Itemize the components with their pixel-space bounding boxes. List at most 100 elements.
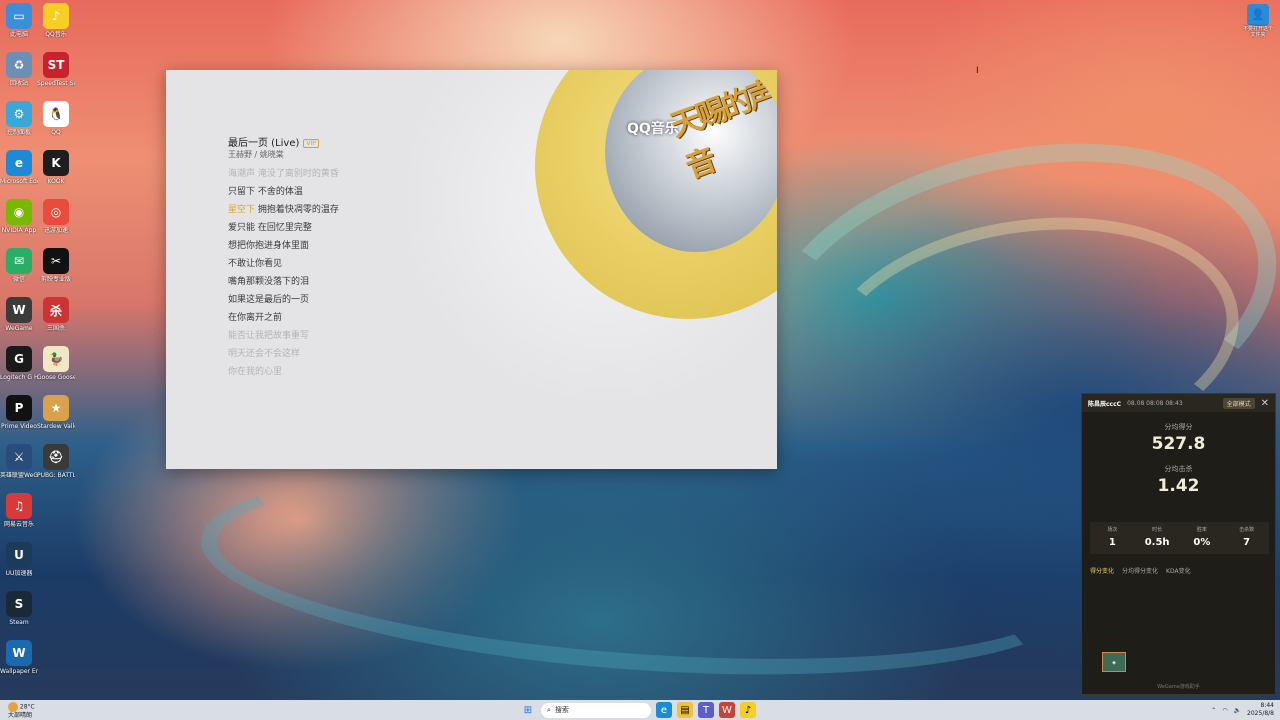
file-explorer-icon[interactable]: ▤	[677, 702, 693, 718]
desktop-icon-label: QQ音乐	[45, 31, 67, 38]
lyric-line: 如果这是最后的一页	[228, 291, 339, 309]
stat-value: 1	[1108, 537, 1116, 548]
recycle-bin-icon: ♻	[6, 52, 32, 78]
lyric-line: 在你离开之前	[228, 309, 339, 327]
avg-score-value: 527.8	[1151, 434, 1206, 454]
desktop-icon-folder[interactable]: 👤 不要打开这个文件夹	[1242, 4, 1274, 38]
avg-score-block: 分均得分 527.8	[1082, 422, 1275, 454]
desktop-icon[interactable]: ♪ QQ音乐	[37, 3, 75, 38]
lyric-highlight: 星空下	[228, 205, 256, 215]
desktop-icon-label: KOOK	[47, 178, 65, 185]
desktop-icon[interactable]: ST SpeedTest Supermac	[37, 52, 75, 87]
lyric-text: 爱只能 在回忆里完整	[228, 223, 312, 233]
desktop-icon[interactable]: ♻ 回收站	[0, 52, 38, 87]
desktop-icon[interactable]: ◉ NVIDIA App	[0, 199, 38, 234]
wegame-taskbar-icon[interactable]: W	[719, 702, 735, 718]
desktop-icon[interactable]: ⚔ 英雄联盟WeGame版	[0, 444, 38, 479]
sanguosha-icon: 杀	[43, 297, 69, 323]
lyric-line: 能否让我把故事重写	[228, 327, 339, 345]
desktop-icon[interactable]: K KOOK	[37, 150, 75, 185]
desktop-icon[interactable]: P Prime Video	[0, 395, 38, 430]
clock-time: 8:44	[1260, 702, 1274, 709]
clock[interactable]: 8:44 2025/8/8	[1247, 702, 1274, 718]
jianying-icon: ✂	[43, 248, 69, 274]
avg-kills-label: 分均击杀	[1164, 465, 1193, 473]
desktop-icon[interactable]: ✉ 微信	[0, 248, 38, 283]
desktop-icon-label: NVIDIA App	[1, 227, 37, 234]
taskbar-center: ⊞ ⌕ 搜索 e ▤ T W ♪	[520, 701, 756, 719]
stat-label: 时长	[1152, 527, 1163, 533]
game-stats-widget[interactable]: 陈昌辰cccC 08.08 08:08 08:43 全部模式 ✕ 分均得分 52…	[1081, 393, 1276, 695]
weather-desc: 大部晴朗	[8, 712, 33, 719]
uu-icon: U	[6, 542, 32, 568]
desktop-icon[interactable]: ♫ 网易云音乐	[0, 493, 38, 528]
desktop-icon[interactable]: 🦆 Goose Goose Duck	[37, 346, 75, 381]
weather-temp: 28°C	[19, 703, 35, 711]
tab-kda-change[interactable]: KDA变化	[1166, 566, 1191, 575]
desktop-icon-label: 剪映专业版	[40, 276, 71, 283]
desktop-icon-label: UU加速器	[5, 570, 33, 577]
tab-score-change[interactable]: 得分变化	[1090, 566, 1114, 575]
desktop-icon[interactable]: W WeGame	[0, 297, 38, 332]
speaker-icon[interactable]: 🔈	[1234, 707, 1241, 714]
stats-date: 08.08 08:08 08:43	[1127, 399, 1183, 407]
close-icon[interactable]: ✕	[1261, 398, 1269, 409]
hero-thumbnail[interactable]: ◈	[1102, 652, 1126, 672]
lyric-text: 不敢让你看见	[228, 259, 283, 269]
chevron-up-icon[interactable]: ⌃	[1211, 707, 1216, 714]
tab-avg-score-change[interactable]: 分均得分变化	[1122, 566, 1158, 575]
lyrics-list: 海潮声 淹没了离别时的黄昏 只留下 不舍的体温 星空下 拥抱着快凋零的温存 爱只能 在…	[228, 165, 339, 381]
desktop-icon-label: 微信	[12, 276, 25, 283]
desktop-icon-label: Microsoft Edge	[0, 178, 38, 185]
desktop-icon-label: 此电脑	[9, 31, 28, 38]
wechat-icon: ✉	[6, 248, 32, 274]
stats-username: 陈昌辰cccC	[1088, 400, 1122, 408]
avg-score-label: 分均得分	[1164, 423, 1193, 431]
desktop-icon[interactable]: ✂ 剪映专业版	[37, 248, 75, 283]
desktop-icon[interactable]: U UU加速器	[0, 542, 38, 577]
qq-music-taskbar-icon[interactable]: ♪	[740, 702, 756, 718]
desktop-icon-label: 不要打开这个文件夹	[1242, 26, 1273, 38]
desktop-icon-label: 回收站	[9, 80, 28, 87]
desktop-icon[interactable]: G Logitech G HUB	[0, 346, 38, 381]
desktop-icon[interactable]: e Microsoft Edge	[0, 150, 38, 185]
lyric-text: 拥抱着快凋零的温存	[255, 205, 339, 215]
song-artist: 王赫野 / 姚晓棠	[228, 150, 284, 159]
lol-icon: ⚔	[6, 444, 32, 470]
qq-music-lyrics-window[interactable]: QQ音乐 天赐的声音 最后一页 (Live) VIP 王赫野 / 姚晓棠 海潮声 …	[166, 70, 777, 469]
teams-icon[interactable]: T	[698, 702, 714, 718]
lyric-line: 只留下 不舍的体温	[228, 183, 339, 201]
goose-duck-icon: 🦆	[43, 346, 69, 372]
prime-icon: P	[6, 395, 32, 421]
search-box[interactable]: ⌕ 搜索	[541, 702, 651, 718]
netease-music-icon: ♫	[6, 493, 32, 519]
desktop-icon[interactable]: ⛑ PUBG: BATTLEGROUNDS	[37, 444, 75, 479]
desktop-icon[interactable]: 杀三国杀	[37, 297, 75, 332]
wallpaper-engine-icon: W	[6, 640, 32, 666]
search-icon: ⌕	[547, 705, 551, 714]
lyric-text: 明天还会不会这样	[228, 349, 301, 359]
lyric-line: 嘴角那颗没落下的泪	[228, 273, 339, 291]
stats-header: 陈昌辰cccC 08.08 08:08 08:43 全部模式 ✕	[1082, 394, 1275, 412]
desktop-icon[interactable]: ⚙ 控制面板	[0, 101, 38, 136]
desktop-icon[interactable]: ▭ 此电脑	[0, 3, 38, 38]
desktop-icon[interactable]: ◎ 迅游加速	[37, 199, 75, 234]
mode-select[interactable]: 全部模式	[1222, 397, 1255, 409]
desktop-icon[interactable]: 🐧 QQ	[37, 101, 75, 136]
wifi-icon[interactable]: ◠	[1222, 707, 1227, 714]
album-show-title: 天赐的声音	[666, 74, 777, 186]
start-button[interactable]: ⊞	[520, 702, 536, 718]
weather-widget[interactable]: 28°C 大部晴朗	[8, 702, 35, 720]
desktop-icon[interactable]: ★ Stardew Valley	[37, 395, 75, 430]
desktop-icon[interactable]: W Wallpaper Engine	[0, 640, 38, 675]
desktop-icon[interactable]: S Steam	[0, 591, 38, 626]
desktop-icon-label: Wallpaper Engine	[0, 668, 38, 675]
song-title-text: 最后一页 (Live)	[228, 138, 300, 149]
folder-person-icon: 👤	[1247, 4, 1269, 26]
lyric-line: 明天还会不会这样	[228, 345, 339, 363]
clock-date: 2025/8/8	[1247, 710, 1274, 717]
lyric-text: 能否让我把故事重写	[228, 331, 310, 341]
desktop-icon-label: Stardew Valley	[37, 423, 75, 430]
desktop-icon-label: 英雄联盟WeGame版	[0, 472, 38, 479]
edge-taskbar-icon[interactable]: e	[656, 702, 672, 718]
